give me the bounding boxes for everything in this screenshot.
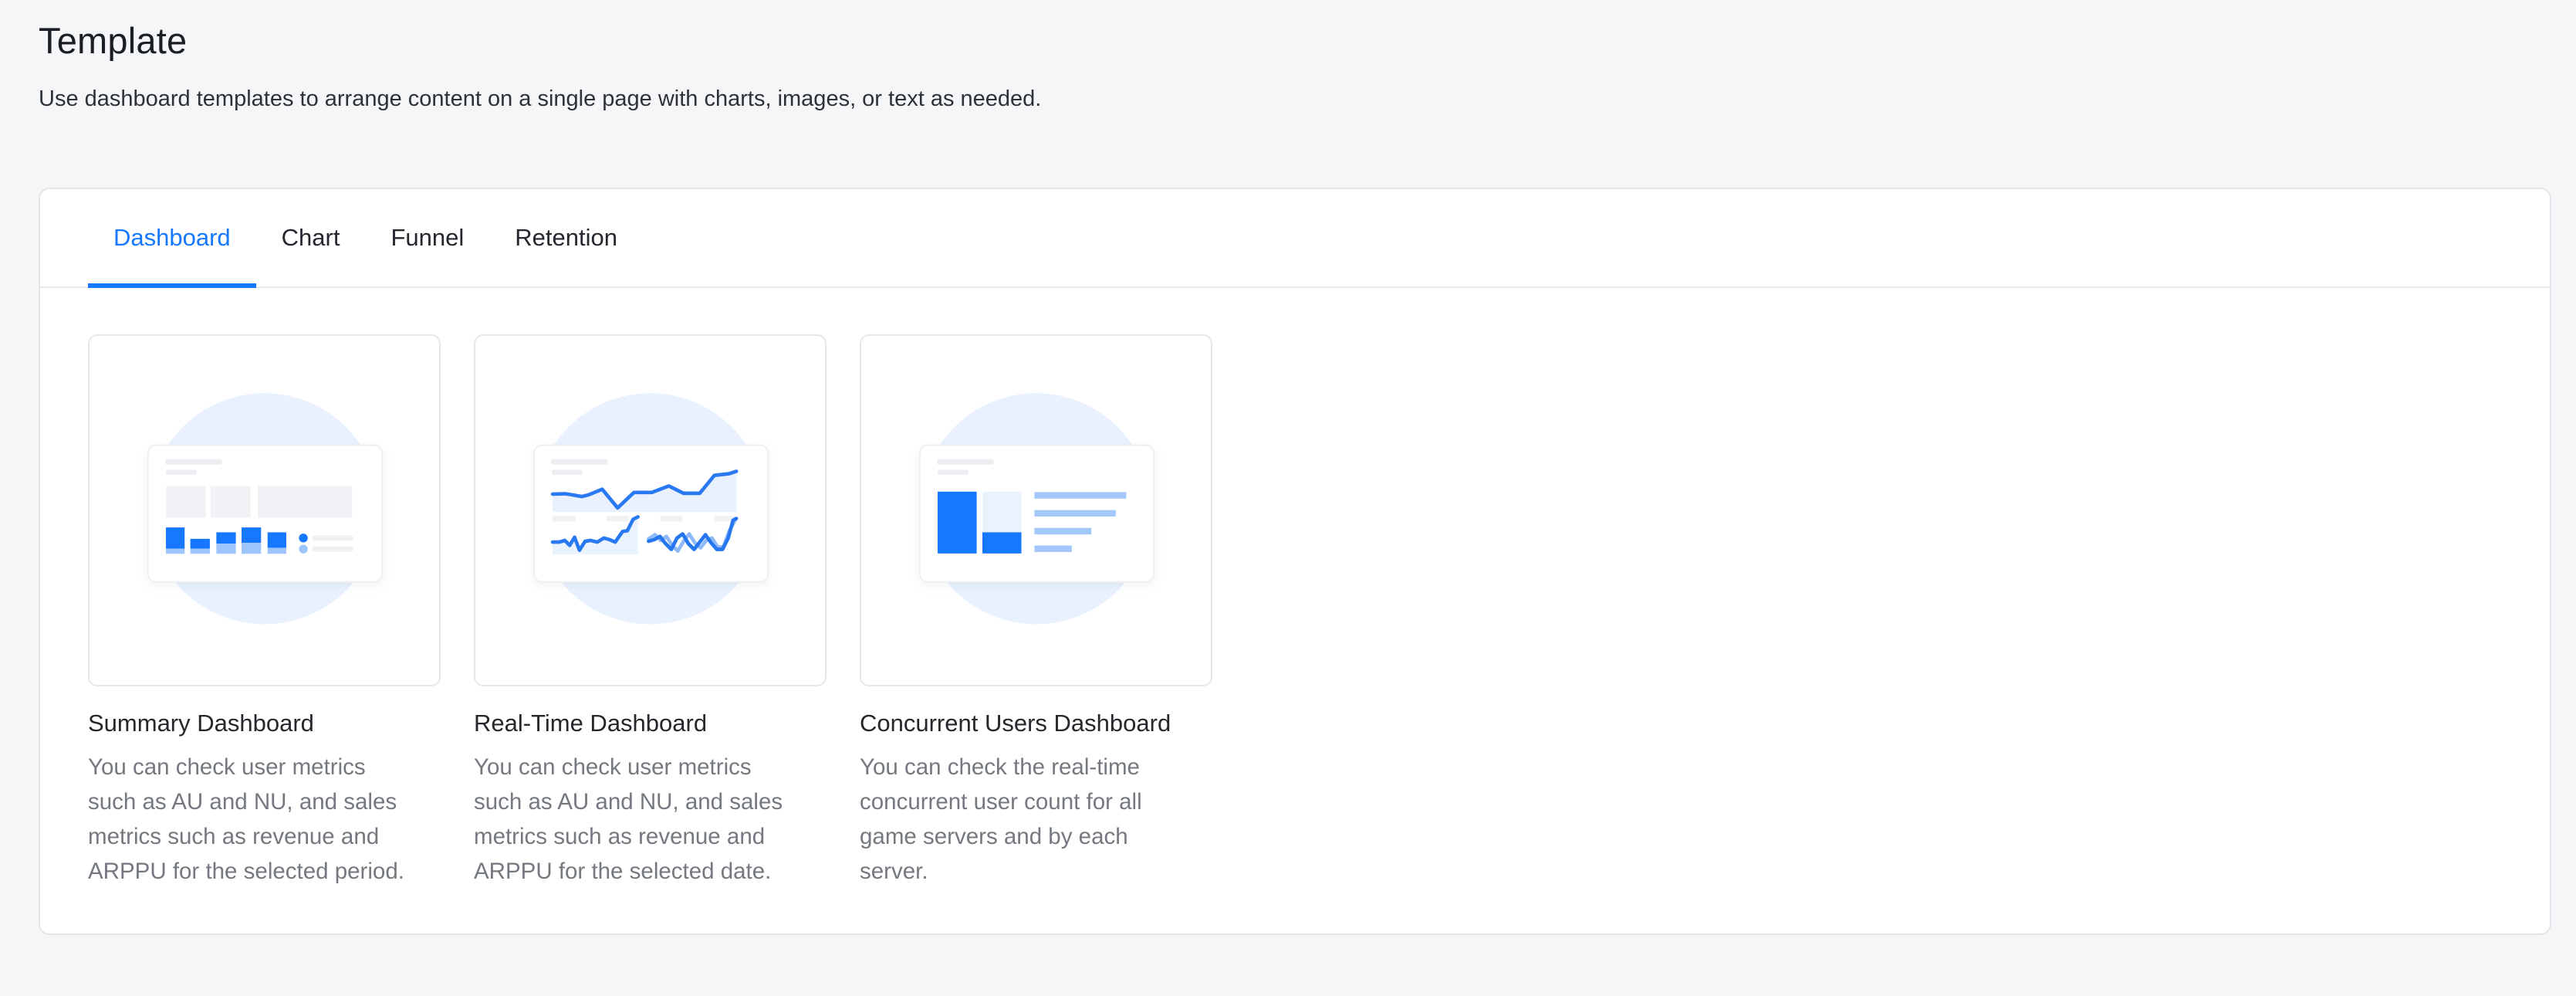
tab-funnel[interactable]: Funnel — [365, 189, 489, 286]
card-description: You can check user metrics such as AU an… — [88, 750, 420, 889]
realtime-dashboard-illustration — [475, 336, 825, 685]
template-card-concurrent-users: Concurrent Users Dashboard You can check… — [860, 334, 1212, 889]
concurrent-users-dashboard-thumbnail[interactable] — [860, 334, 1212, 686]
card-description: You can check the real-time concurrent u… — [860, 750, 1192, 889]
page-subtitle: Use dashboard templates to arrange conte… — [39, 86, 1041, 112]
template-tabbar: Dashboard Chart Funnel Retention — [40, 189, 2550, 288]
concurrent-users-dashboard-illustration — [861, 336, 1211, 685]
template-card-summary: Summary Dashboard You can check user met… — [88, 334, 441, 889]
tab-chart[interactable]: Chart — [256, 189, 366, 286]
card-description: You can check user metrics such as AU an… — [474, 750, 806, 889]
summary-dashboard-illustration — [90, 336, 439, 685]
card-title: Real-Time Dashboard — [474, 710, 827, 737]
template-card-list: Summary Dashboard You can check user met… — [40, 288, 2550, 889]
template-card-realtime: Real-Time Dashboard You can check user m… — [474, 334, 827, 889]
summary-dashboard-thumbnail[interactable] — [88, 334, 441, 686]
page-title: Template — [39, 20, 1041, 62]
template-panel: Dashboard Chart Funnel Retention — [39, 188, 2551, 935]
card-title: Summary Dashboard — [88, 710, 441, 737]
card-title: Concurrent Users Dashboard — [860, 710, 1212, 737]
realtime-dashboard-thumbnail[interactable] — [474, 334, 827, 686]
page-header: Template Use dashboard templates to arra… — [39, 20, 1041, 112]
tab-dashboard[interactable]: Dashboard — [88, 189, 256, 286]
tab-retention[interactable]: Retention — [489, 189, 643, 286]
